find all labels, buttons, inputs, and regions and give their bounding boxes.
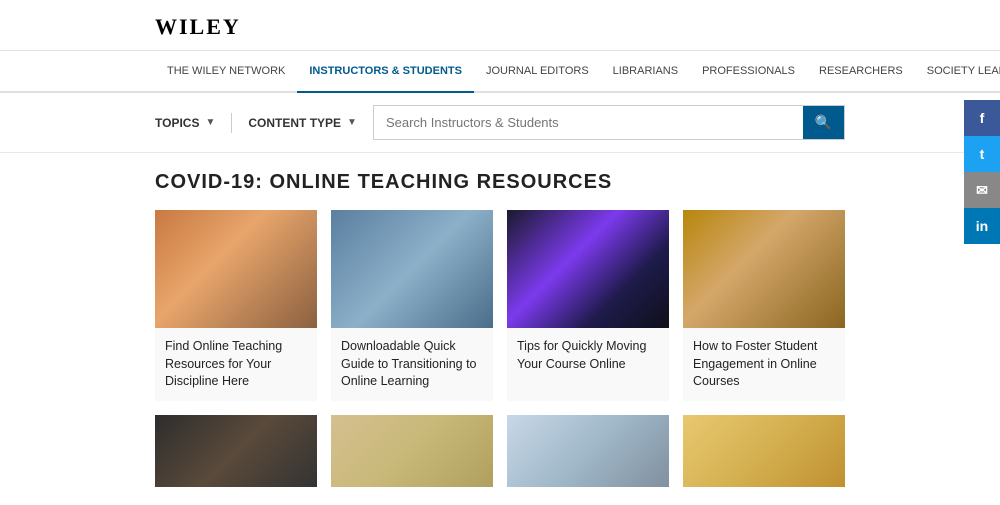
site-logo[interactable]: WILEY (155, 14, 845, 40)
card-5[interactable] (155, 415, 317, 487)
card-2[interactable]: Downloadable Quick Guide to Transitionin… (331, 210, 493, 401)
card-7[interactable] (507, 415, 669, 487)
nav-instructors-students[interactable]: INSTRUCTORS & STUDENTS (297, 51, 474, 93)
card-6[interactable] (331, 415, 493, 487)
card-1-body: Find Online Teaching Resources for Your … (155, 328, 317, 401)
card-2-image (331, 210, 493, 328)
content-type-label: CONTENT TYPE (248, 116, 341, 130)
card-4-body: How to Foster Student Engagement in Onli… (683, 328, 845, 401)
content-type-arrow-icon: ▼ (347, 117, 357, 128)
facebook-share-button[interactable]: f (964, 100, 1000, 136)
nav-researchers[interactable]: RESEARCHERS (807, 51, 915, 91)
nav-society-leaders[interactable]: SOCIETY LEADERS (915, 51, 1000, 91)
card-3-title: Tips for Quickly Moving Your Course Onli… (517, 338, 659, 373)
cards-grid-row1: Find Online Teaching Resources for Your … (155, 210, 845, 401)
card-4-image (683, 210, 845, 328)
linkedin-icon: in (976, 218, 988, 234)
cards-grid-row2 (155, 415, 845, 487)
card-1[interactable]: Find Online Teaching Resources for Your … (155, 210, 317, 401)
card-4[interactable]: How to Foster Student Engagement in Onli… (683, 210, 845, 401)
main-content: COVID-19: ONLINE TEACHING RESOURCES Find… (0, 153, 1000, 505)
nav-wiley-network[interactable]: THE WILEY NETWORK (155, 51, 297, 91)
topics-arrow-icon: ▼ (205, 117, 215, 128)
main-nav: THE WILEY NETWORK INSTRUCTORS & STUDENTS… (0, 51, 1000, 93)
email-share-button[interactable]: ✉ (964, 172, 1000, 208)
card-3-body: Tips for Quickly Moving Your Course Onli… (507, 328, 669, 383)
nav-professionals[interactable]: PROFESSIONALS (690, 51, 807, 91)
nav-journal-editors[interactable]: JOURNAL EDITORS (474, 51, 601, 91)
card-8[interactable] (683, 415, 845, 487)
topics-label: TOPICS (155, 116, 199, 130)
facebook-icon: f (980, 110, 985, 126)
card-1-title: Find Online Teaching Resources for Your … (165, 338, 307, 391)
card-3-image (507, 210, 669, 328)
social-bar: f t ✉ in (964, 100, 1000, 244)
site-header: WILEY (0, 0, 1000, 51)
card-2-body: Downloadable Quick Guide to Transitionin… (331, 328, 493, 401)
card-2-title: Downloadable Quick Guide to Transitionin… (341, 338, 483, 391)
email-icon: ✉ (976, 182, 988, 199)
search-icon: 🔍 (815, 114, 832, 130)
card-4-title: How to Foster Student Engagement in Onli… (693, 338, 835, 391)
linkedin-share-button[interactable]: in (964, 208, 1000, 244)
card-1-image (155, 210, 317, 328)
search-button[interactable]: 🔍 (803, 106, 844, 139)
search-wrapper: 🔍 (373, 105, 845, 140)
card-3[interactable]: Tips for Quickly Moving Your Course Onli… (507, 210, 669, 401)
content-type-filter-button[interactable]: CONTENT TYPE ▼ (248, 112, 357, 134)
section-title: COVID-19: ONLINE TEACHING RESOURCES (155, 171, 845, 194)
twitter-icon: t (980, 146, 985, 162)
nav-librarians[interactable]: LIBRARIANS (601, 51, 690, 91)
filter-bar: TOPICS ▼ CONTENT TYPE ▼ 🔍 (0, 93, 1000, 153)
topics-filter-button[interactable]: TOPICS ▼ (155, 112, 215, 134)
filter-divider (231, 113, 232, 133)
search-input[interactable] (374, 108, 803, 137)
twitter-share-button[interactable]: t (964, 136, 1000, 172)
